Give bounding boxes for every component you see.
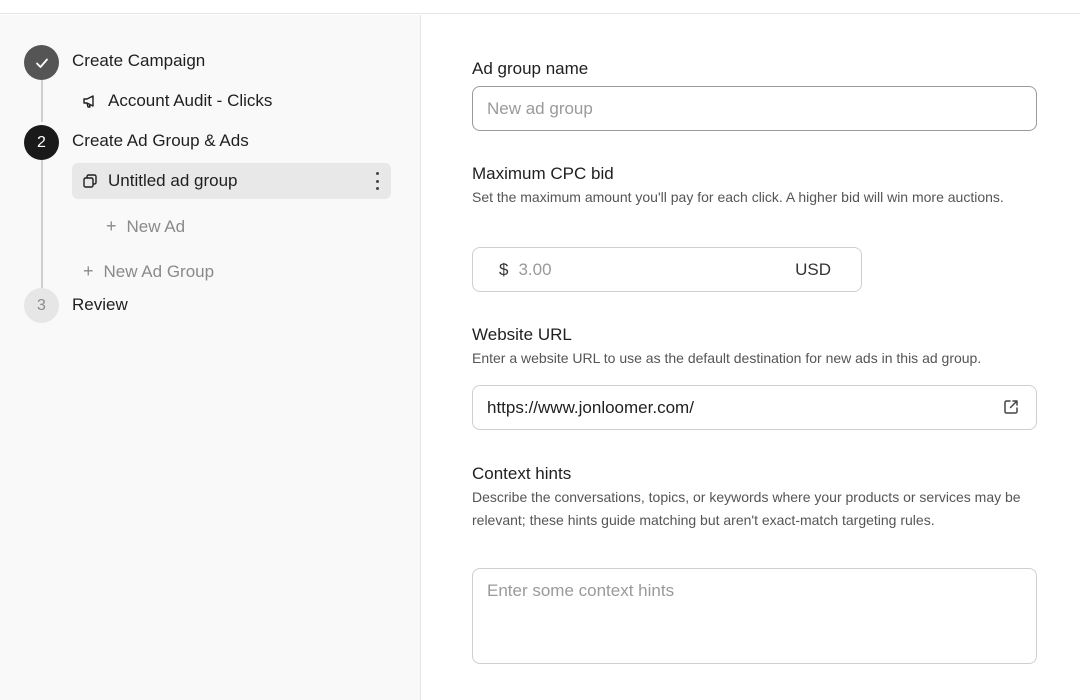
max-cpc-help: Set the maximum amount you'll pay for ea… — [472, 189, 1004, 205]
ad-group-name-input[interactable]: New ad group — [472, 86, 1037, 131]
context-hints-textarea[interactable]: Enter some context hints — [472, 568, 1037, 664]
currency-code: USD — [795, 259, 831, 279]
megaphone-icon — [82, 93, 98, 109]
step-2-number: 2 — [24, 125, 59, 160]
external-link-icon[interactable] — [1002, 398, 1020, 416]
plus-icon: + — [83, 261, 94, 281]
step-connector — [41, 160, 43, 288]
step-3-number: 3 — [24, 288, 59, 323]
stepper-sidebar: Create Campaign Account Audit - Clicks 2… — [0, 15, 421, 700]
ad-group-item-selected[interactable]: Untitled ad group — [72, 163, 391, 199]
website-url-help: Enter a website URL to use as the defaul… — [472, 350, 982, 366]
context-hints-label: Context hints — [472, 464, 572, 483]
currency-symbol: $ — [499, 259, 509, 279]
ad-group-name-placeholder: New ad group — [487, 98, 593, 118]
ad-group-name: Untitled ad group — [108, 171, 238, 190]
campaign-item[interactable]: Account Audit - Clicks — [82, 91, 272, 111]
new-ad-button[interactable]: + New Ad — [106, 216, 185, 237]
step-3-title[interactable]: Review — [72, 295, 128, 315]
max-cpc-placeholder: 3.00 — [518, 259, 552, 279]
step-2-title[interactable]: Create Ad Group & Ads — [72, 131, 249, 151]
context-hints-help: Describe the conversations, topics, or k… — [472, 489, 1021, 528]
copy-stack-icon — [82, 173, 98, 189]
step-connector — [41, 80, 43, 122]
max-cpc-input[interactable]: $ 3.00 USD — [472, 247, 862, 292]
plus-icon: + — [106, 216, 117, 236]
ad-group-form: Ad group name New ad group Maximum CPC b… — [422, 15, 1080, 700]
website-url-input[interactable]: https://www.jonloomer.com/ — [472, 385, 1037, 430]
new-ad-label: New Ad — [126, 216, 186, 236]
more-vertical-icon[interactable] — [375, 172, 379, 190]
campaign-name: Account Audit - Clicks — [108, 91, 273, 110]
step-1-check-icon — [24, 45, 59, 80]
ad-group-name-label: Ad group name — [472, 59, 589, 78]
top-bar — [0, 0, 1080, 14]
new-ad-group-button[interactable]: + New Ad Group — [83, 261, 214, 282]
website-url-label: Website URL — [472, 325, 572, 344]
step-1-title[interactable]: Create Campaign — [72, 51, 205, 71]
website-url-value: https://www.jonloomer.com/ — [487, 397, 694, 417]
max-cpc-label: Maximum CPC bid — [472, 164, 614, 183]
context-hints-placeholder: Enter some context hints — [487, 581, 675, 600]
new-ad-group-label: New Ad Group — [103, 261, 215, 281]
